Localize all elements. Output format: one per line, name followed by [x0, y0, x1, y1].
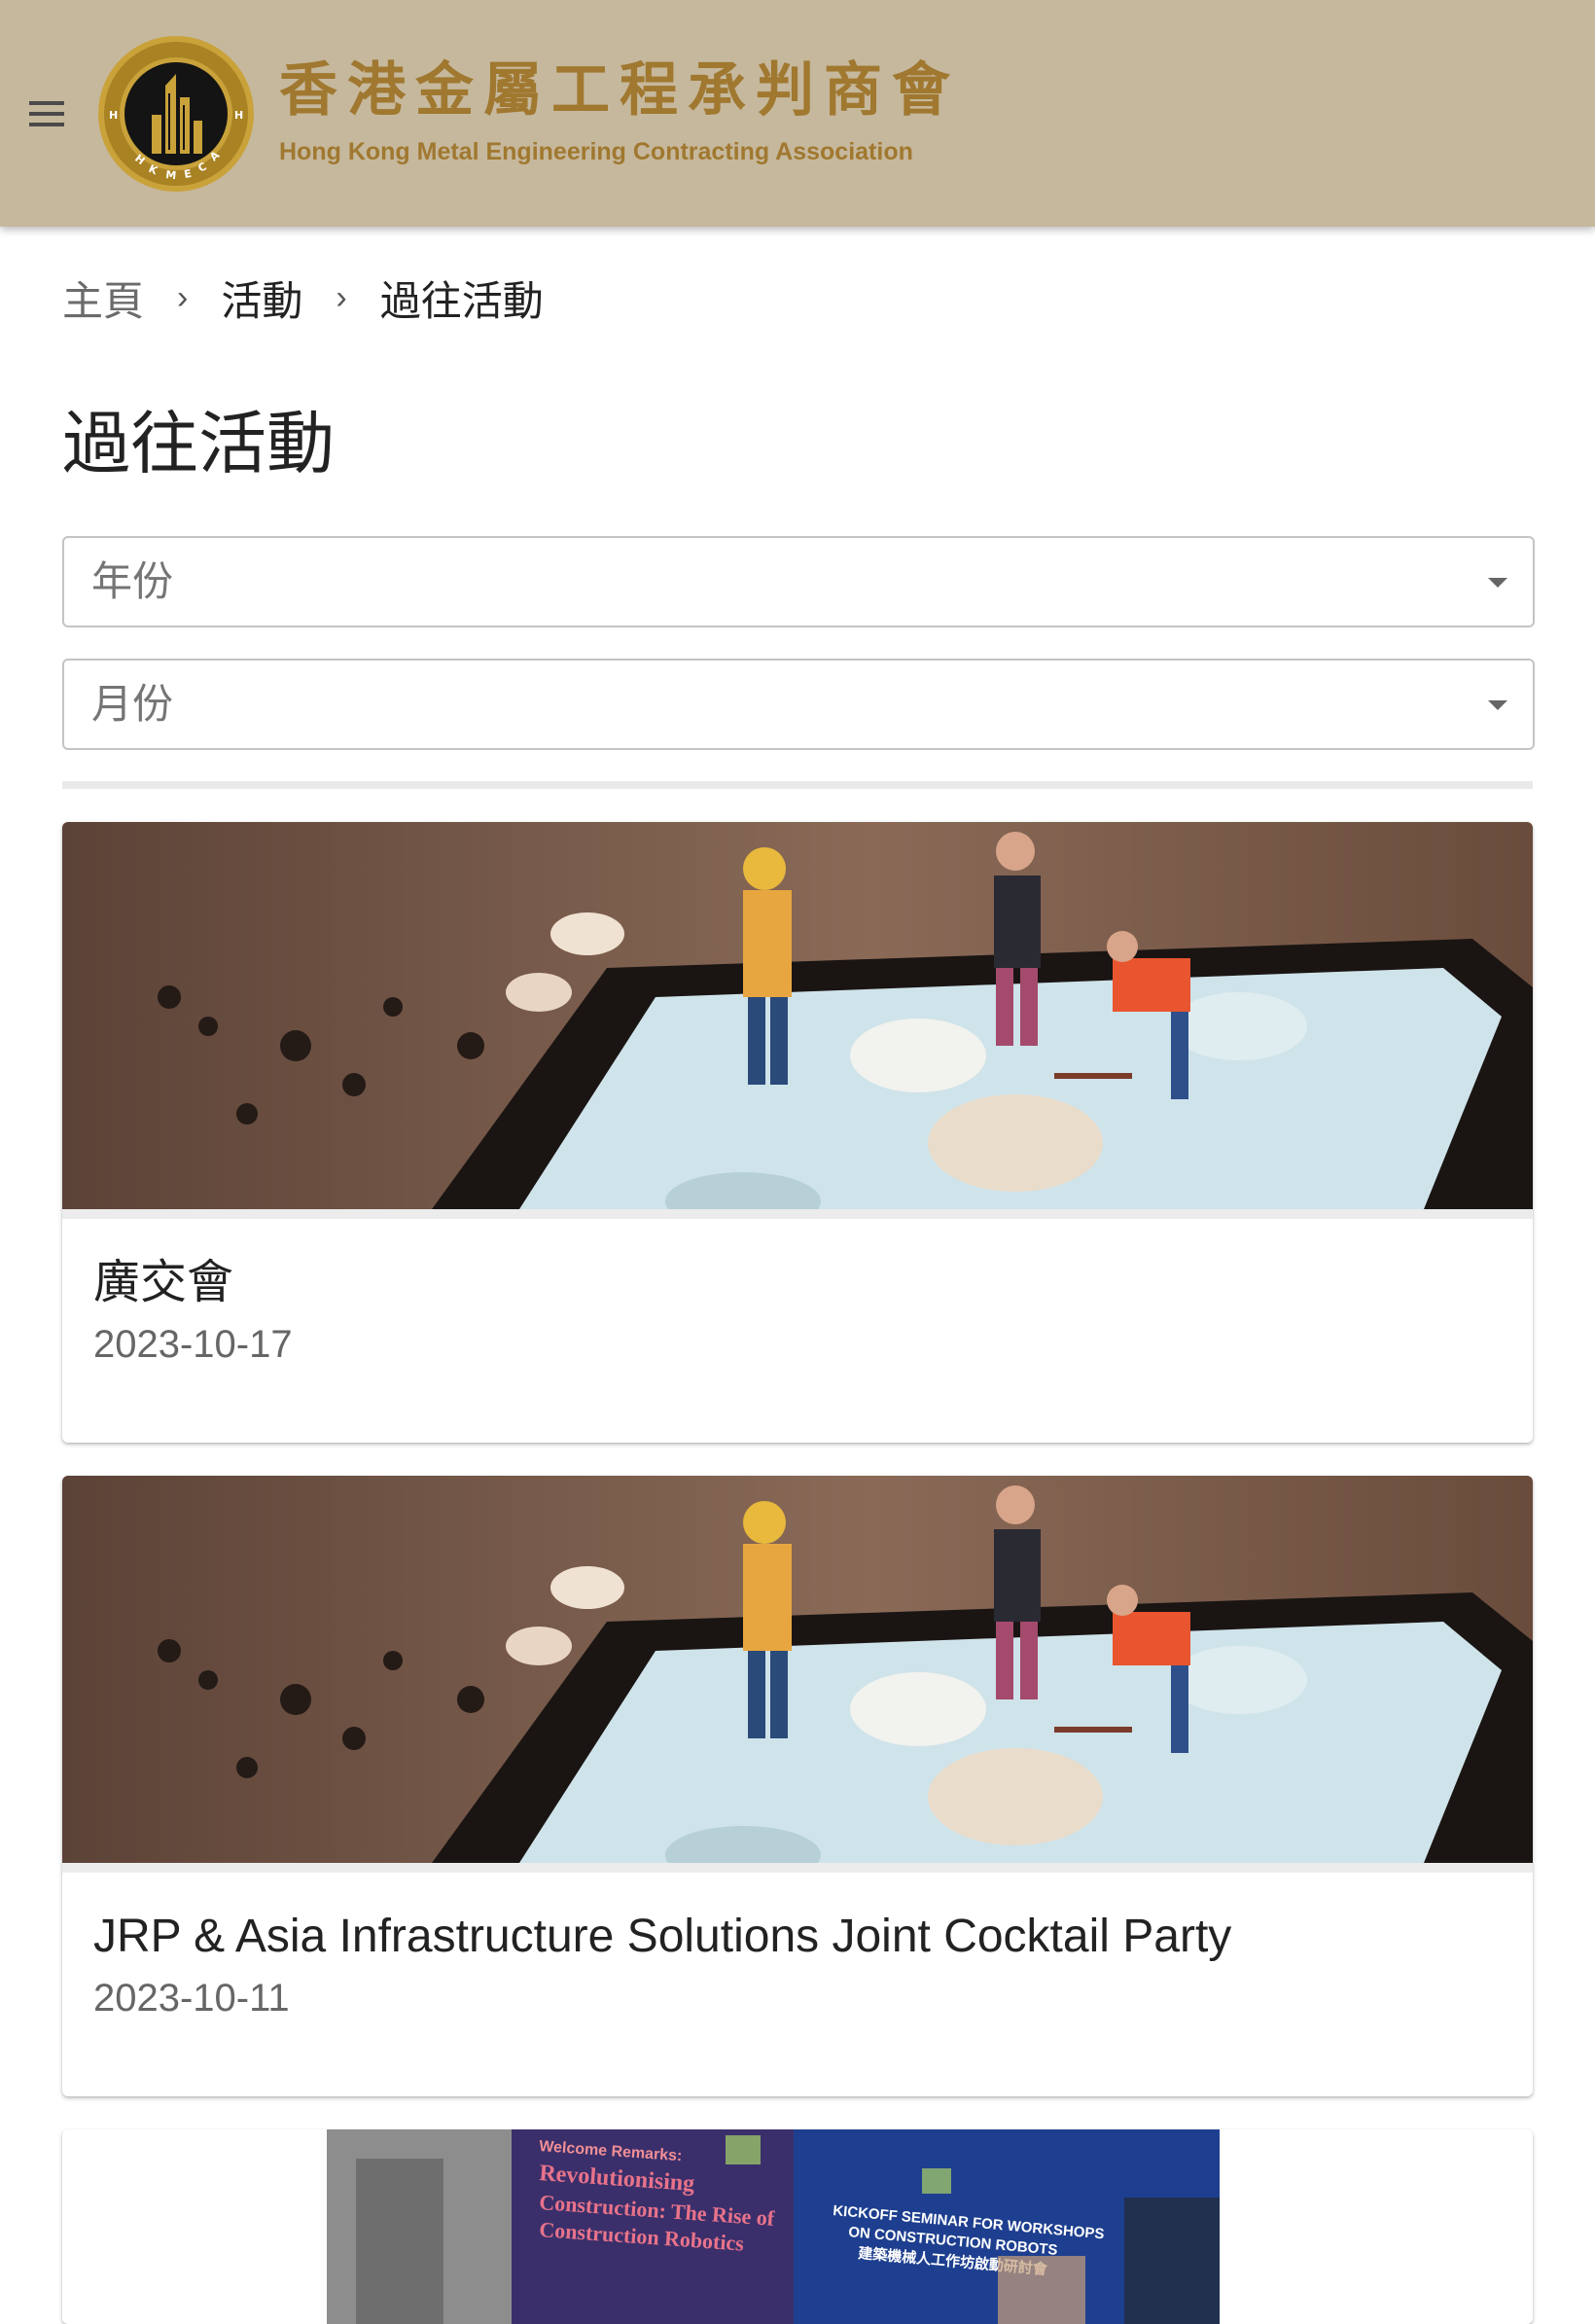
event-date: 2023-10-17 [93, 1323, 293, 1366]
event-card[interactable]: JRP & Asia Infrastructure Solutions Join… [62, 1476, 1533, 2096]
svg-text:H: H [109, 109, 118, 122]
miniature-construction-workers-photo [62, 1476, 1533, 1863]
dropdown-arrow-icon [1488, 700, 1507, 710]
breadcrumb: 主頁 › 活動 › 過往活動 [62, 268, 544, 327]
image-divider [62, 1863, 1533, 1873]
event-card[interactable]: Welcome Remarks: Revolutionising Constru… [62, 2129, 1533, 2324]
breadcrumb-events-link[interactable]: 活動 [221, 268, 302, 328]
svg-text:H: H [234, 109, 243, 122]
event-image: Welcome Remarks: Revolutionising Constru… [327, 2129, 1220, 2324]
event-date: 2023-10-11 [93, 1977, 290, 2020]
association-logo[interactable]: H K M E C A H H [97, 35, 255, 193]
event-title[interactable]: JRP & Asia Infrastructure Solutions Join… [93, 1908, 1502, 1966]
year-select[interactable]: 年份 [62, 536, 1535, 627]
chevron-right-icon: › [336, 278, 347, 316]
brand-name[interactable]: 香港金屬工程承判商會 Hong Kong Metal Engineering C… [279, 56, 960, 166]
breadcrumb-home-link[interactable]: 主頁 [62, 268, 144, 328]
app-header: H K M E C A H H 香港金屬工程承判商會 Hong Kong Met… [0, 0, 1595, 227]
breadcrumb-current: 過往活動 [379, 277, 544, 324]
dropdown-arrow-icon [1488, 578, 1507, 588]
brand-title-english: Hong Kong Metal Engineering Contracting … [279, 138, 913, 165]
event-card[interactable]: 廣交會 2023-10-17 [62, 822, 1533, 1443]
svg-text:M: M [165, 168, 177, 182]
miniature-construction-workers-photo [62, 822, 1533, 1209]
brand-title-chinese: 香港金屬工程承判商會 [279, 56, 960, 125]
seminar-stage-photo: Welcome Remarks: Revolutionising Constru… [327, 2129, 1220, 2324]
filter-divider [62, 781, 1533, 789]
year-select-label: 年份 [91, 558, 174, 604]
chevron-right-icon: › [177, 278, 189, 316]
hamburger-menu-icon[interactable] [23, 93, 70, 134]
month-select-label: 月份 [91, 681, 174, 727]
event-title[interactable]: 廣交會 [93, 1254, 1502, 1312]
page-title: 過往活動 [62, 406, 335, 482]
image-divider [62, 1209, 1533, 1219]
event-image [62, 822, 1533, 1209]
month-select[interactable]: 月份 [62, 659, 1535, 750]
event-image [62, 1476, 1533, 1863]
